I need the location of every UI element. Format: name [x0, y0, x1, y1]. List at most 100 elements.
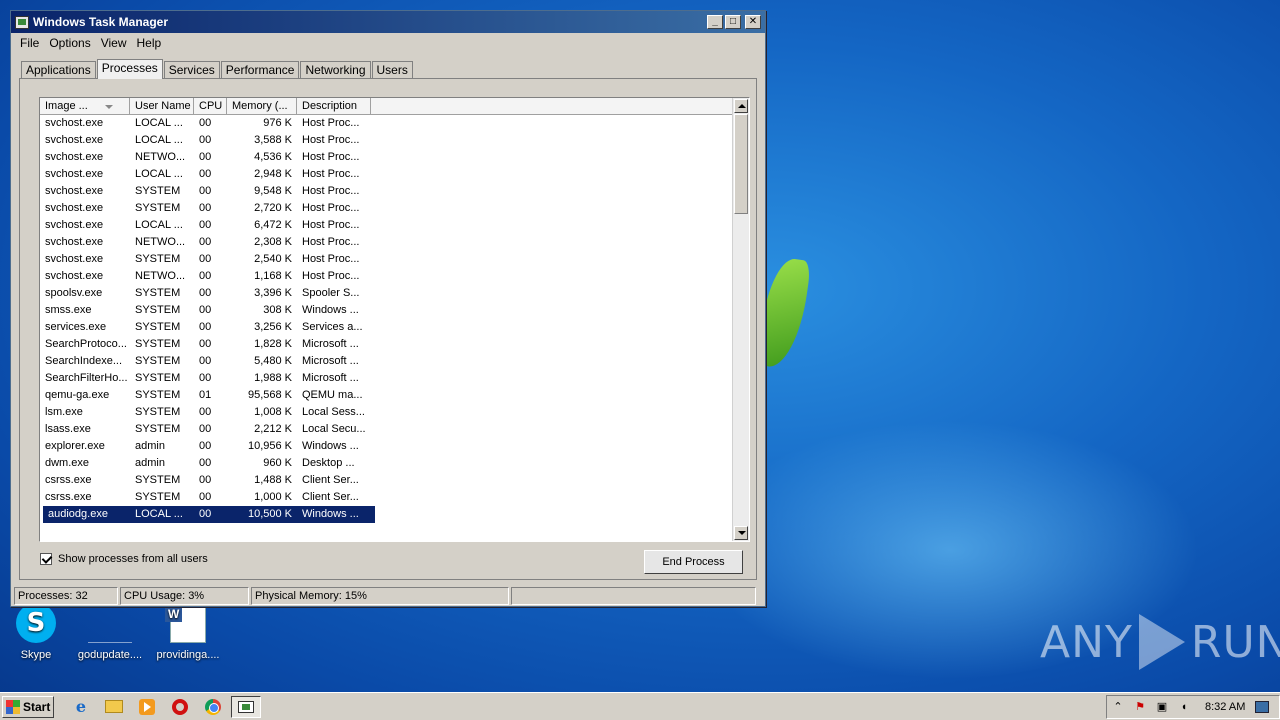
play-logo-icon	[1138, 614, 1185, 670]
cell-description: Host Proc...	[302, 270, 360, 282]
scroll-thumb[interactable]	[734, 114, 748, 214]
cell-image-name: dwm.exe	[45, 457, 90, 469]
desktop-icon-skype[interactable]: S Skype	[0, 603, 76, 661]
file-explorer-icon[interactable]	[103, 696, 125, 718]
cell-memory: 10,500 K	[247, 508, 292, 520]
process-row[interactable]: svchost.exe SYSTEM 00 9,548 K Host Proc...	[40, 183, 732, 200]
process-row[interactable]: csrss.exe SYSTEM 00 1,000 K Client Ser...	[40, 489, 732, 506]
scroll-down-button[interactable]	[734, 526, 748, 540]
maximize-button[interactable]: □	[725, 15, 741, 29]
internet-explorer-icon[interactable]: e	[70, 696, 92, 718]
process-row[interactable]: SearchProtoco... SYSTEM 00 1,828 K Microsoft…	[40, 336, 732, 353]
cell-description: Windows ...	[302, 508, 359, 520]
tray-expand-icon[interactable]: ⌃	[1111, 700, 1125, 714]
media-player-icon[interactable]	[136, 696, 158, 718]
cell-cpu: 00	[199, 185, 212, 197]
desktop-icon-godupdate[interactable]: godupdate....	[70, 603, 150, 661]
network-icon[interactable]: ▣	[1155, 700, 1169, 714]
cell-user-name: NETWO...	[135, 236, 186, 248]
clock[interactable]: 8:32 AM	[1205, 701, 1245, 713]
cell-image-name: lsass.exe	[45, 423, 91, 435]
tab-services[interactable]: Services	[163, 61, 220, 79]
menu-options[interactable]: Options	[44, 36, 95, 50]
process-row[interactable]: spoolsv.exe SYSTEM 00 3,396 K Spooler S...	[40, 285, 732, 302]
column-image-name[interactable]: Image ...	[40, 98, 130, 114]
cell-image-name: explorer.exe	[45, 440, 105, 452]
opera-icon[interactable]	[169, 696, 191, 718]
title-bar[interactable]: Windows Task Manager _ □ ✕	[11, 11, 765, 33]
taskbar-task-manager-button[interactable]	[231, 695, 261, 718]
cell-memory: 2,540 K	[254, 253, 292, 265]
start-button[interactable]: Start	[2, 695, 54, 718]
end-process-button[interactable]: End Process	[644, 550, 743, 574]
cell-image-name: lsm.exe	[45, 406, 83, 418]
cell-memory: 2,948 K	[254, 168, 292, 180]
close-button[interactable]: ✕	[745, 15, 761, 29]
show-desktop-icon[interactable]	[1255, 701, 1270, 713]
cell-cpu: 00	[199, 202, 212, 214]
cell-description: Windows ...	[302, 440, 359, 452]
volume-icon[interactable]: ◖	[1177, 700, 1191, 714]
cell-description: Local Secu...	[302, 423, 366, 435]
desktop-icon-providinga[interactable]: providinga....	[148, 603, 228, 661]
menu-view[interactable]: View	[96, 36, 132, 50]
tab-processes[interactable]: Processes	[96, 59, 163, 79]
process-row[interactable]: SearchFilterHo... SYSTEM 00 1,988 K Microsof…	[40, 370, 732, 387]
cell-memory: 1,488 K	[254, 474, 292, 486]
cell-memory: 5,480 K	[254, 355, 292, 367]
chrome-icon[interactable]	[202, 696, 224, 718]
cell-memory: 2,308 K	[254, 236, 292, 248]
tab-networking[interactable]: Networking	[300, 61, 371, 79]
scroll-up-button[interactable]	[734, 99, 748, 113]
process-row[interactable]: svchost.exe SYSTEM 00 2,540 K Host Proc...	[40, 251, 732, 268]
desktop-icon-label: Skype	[20, 649, 52, 661]
status-cpu-usage: CPU Usage: 3%	[120, 587, 249, 605]
column-cpu[interactable]: CPU	[194, 98, 227, 114]
process-list[interactable]: Image ... User Name CPU Memory (... Desc…	[39, 97, 750, 542]
column-description[interactable]: Description	[297, 98, 371, 114]
column-memory[interactable]: Memory (...	[227, 98, 297, 114]
vertical-scrollbar[interactable]	[732, 98, 749, 541]
process-row[interactable]: lsass.exe SYSTEM 00 2,212 K Local Secu...	[40, 421, 732, 438]
cell-description: Host Proc...	[302, 168, 360, 180]
process-row[interactable]: lsm.exe SYSTEM 00 1,008 K Local Sess...	[40, 404, 732, 421]
process-row[interactable]: svchost.exe LOCAL ... 00 6,472 K Host Proc..…	[40, 217, 732, 234]
cell-image-name: svchost.exe	[45, 134, 104, 146]
minimize-button[interactable]: _	[707, 15, 723, 29]
tab-applications[interactable]: Applications	[21, 61, 96, 79]
process-row[interactable]: audiodg.exe LOCAL ... 00 10,500 K Windows ..…	[43, 506, 375, 523]
process-row[interactable]: svchost.exe NETWO... 00 4,536 K Host Proc...	[40, 149, 732, 166]
menu-help[interactable]: Help	[132, 36, 167, 50]
show-all-users-option[interactable]: Show processes from all users	[40, 553, 208, 565]
action-center-flag-icon[interactable]: ⚑	[1133, 700, 1147, 714]
process-row[interactable]: csrss.exe SYSTEM 00 1,488 K Client Ser...	[40, 472, 732, 489]
process-row[interactable]: svchost.exe SYSTEM 00 2,720 K Host Proc...	[40, 200, 732, 217]
process-row[interactable]: explorer.exe admin 00 10,956 K Windows ...	[40, 438, 732, 455]
process-row[interactable]: svchost.exe LOCAL ... 00 3,588 K Host Proc..…	[40, 132, 732, 149]
cell-memory: 95,568 K	[247, 389, 292, 401]
column-user-name[interactable]: User Name	[130, 98, 194, 114]
tab-users[interactable]: Users	[371, 61, 413, 79]
process-row[interactable]: svchost.exe LOCAL ... 00 976 K Host Proc...	[40, 115, 732, 132]
cell-memory: 9,548 K	[254, 185, 292, 197]
process-row[interactable]: svchost.exe NETWO... 00 1,168 K Host Proc...	[40, 268, 732, 285]
cell-cpu: 00	[199, 151, 212, 163]
desktop-icon-label: godupdate....	[77, 649, 143, 661]
menu-file[interactable]: File	[15, 36, 44, 50]
process-row[interactable]: svchost.exe NETWO... 00 2,308 K Host Proc...	[40, 234, 732, 251]
cell-image-name: svchost.exe	[45, 151, 104, 163]
process-row[interactable]: services.exe SYSTEM 00 3,256 K Services a...	[40, 319, 732, 336]
cell-memory: 1,988 K	[254, 372, 292, 384]
cell-description: Host Proc...	[302, 134, 360, 146]
cell-user-name: SYSTEM	[135, 423, 181, 435]
cell-user-name: SYSTEM	[135, 355, 181, 367]
show-all-users-checkbox[interactable]	[40, 553, 52, 565]
cell-cpu: 00	[199, 117, 212, 129]
process-row[interactable]: SearchIndexe... SYSTEM 00 5,480 K Microsoft …	[40, 353, 732, 370]
tab-performance[interactable]: Performance	[220, 61, 300, 79]
process-row[interactable]: smss.exe SYSTEM 00 308 K Windows ...	[40, 302, 732, 319]
process-row[interactable]: qemu-ga.exe SYSTEM 01 95,568 K QEMU ma...	[40, 387, 732, 404]
process-row[interactable]: svchost.exe LOCAL ... 00 2,948 K Host Proc..…	[40, 166, 732, 183]
process-row[interactable]: dwm.exe admin 00 960 K Desktop ...	[40, 455, 732, 472]
cell-description: Host Proc...	[302, 219, 360, 231]
